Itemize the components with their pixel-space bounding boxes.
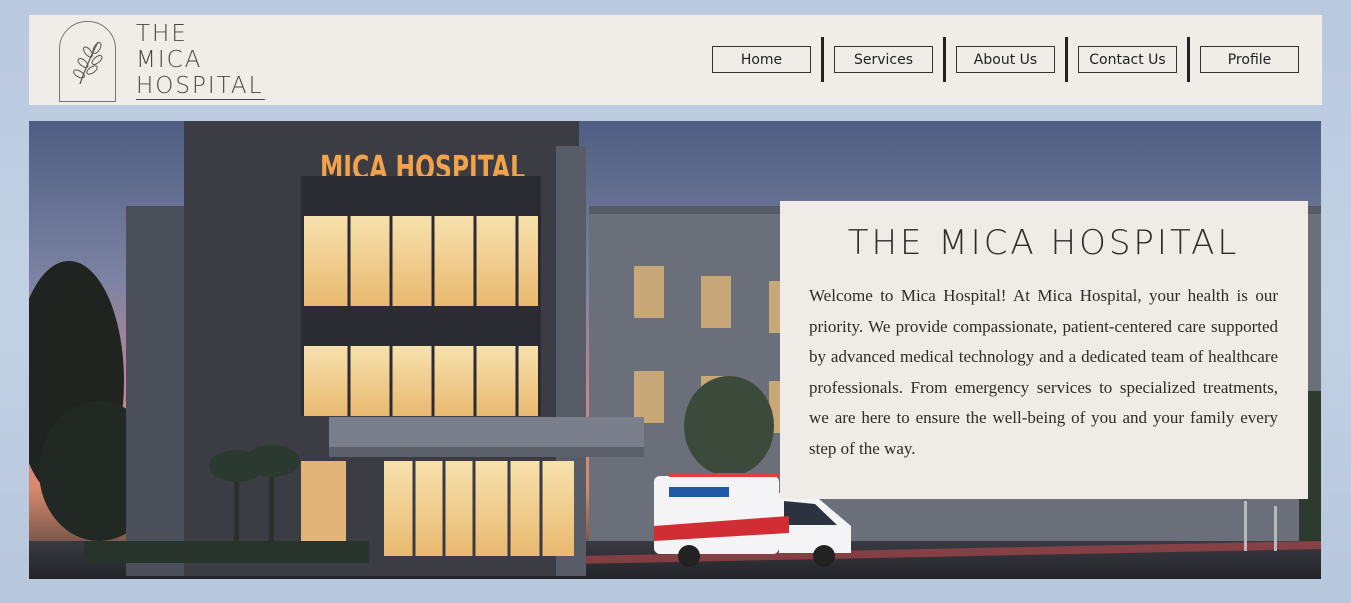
logo-wordmark: THE MICA HOSPITAL bbox=[136, 21, 266, 100]
logo[interactable]: THE MICA HOSPITAL bbox=[59, 21, 266, 102]
logo-line-1: THE bbox=[136, 21, 188, 47]
hero-section: MICA HOSPITAL THE MICA HOSPITAL Welcome … bbox=[29, 121, 1321, 579]
nav-divider bbox=[943, 37, 946, 82]
card-title: THE MICA HOSPITAL bbox=[847, 223, 1240, 263]
nav-divider bbox=[1065, 37, 1068, 82]
nav-divider bbox=[1187, 37, 1190, 82]
site-header: THE MICA HOSPITAL Home Services About Us… bbox=[29, 15, 1322, 105]
logo-line-3: HOSPITAL bbox=[136, 73, 266, 100]
card-body-text: Welcome to Mica Hospital! At Mica Hospit… bbox=[809, 286, 1278, 458]
nav-divider bbox=[821, 37, 824, 82]
nav-home-button[interactable]: Home bbox=[712, 46, 811, 73]
main-nav: Home Services About Us Contact Us Profil… bbox=[712, 37, 1299, 82]
nav-services-button[interactable]: Services bbox=[834, 46, 933, 73]
nav-contact-us-button[interactable]: Contact Us bbox=[1078, 46, 1177, 73]
leaf-branch-icon bbox=[59, 21, 116, 102]
nav-about-us-button[interactable]: About Us bbox=[956, 46, 1055, 73]
welcome-card: THE MICA HOSPITAL Welcome to Mica Hospit… bbox=[780, 201, 1308, 499]
logo-line-2: MICA bbox=[136, 47, 203, 73]
nav-profile-button[interactable]: Profile bbox=[1200, 46, 1299, 73]
